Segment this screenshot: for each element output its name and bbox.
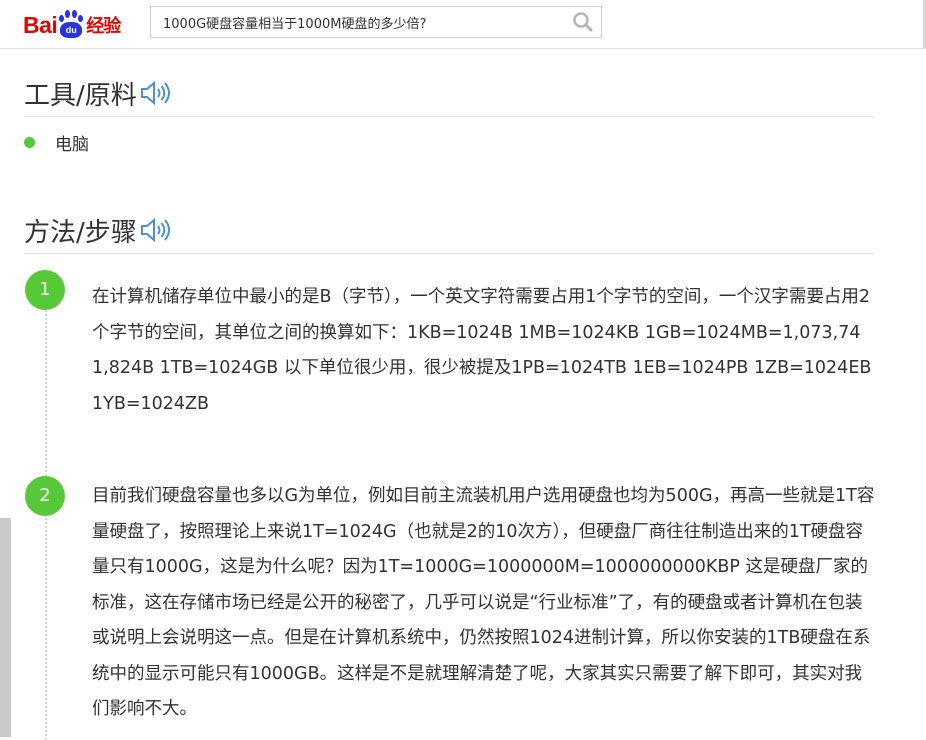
steps-divider [24,253,874,254]
tools-section-title: 工具/原料 [24,73,175,113]
search-input[interactable] [151,7,561,37]
baidu-jingyan-logo[interactable]: Bai du 经验 [23,8,141,42]
steps-title-text: 方法/步骤 [24,217,137,248]
tools-divider [24,116,874,117]
top-header: Bai du 经验 [0,0,926,49]
step-text: 在计算机储存单位中最小的是B（字节），一个英文字符需要占用1个字节的空间，一个汉… [92,287,872,414]
step-number-badge: 1 [25,270,65,310]
step-number-badge: 2 [25,476,65,516]
baidu-paw-icon: du [58,10,84,40]
step-text: 目前我们硬盘容量也多以G为单位，例如目前主流装机用户选用硬盘也均为500G，再高… [92,486,875,719]
speaker-icon[interactable] [139,216,175,244]
tool-item-label: 电脑 [55,134,89,155]
steps-section-title: 方法/步骤 [24,210,175,250]
tools-title-text: 工具/原料 [24,80,137,111]
speaker-icon[interactable] [139,79,175,107]
search-bar [150,6,602,38]
logo-suffix-text: 经验 [86,16,121,37]
bullet-dot-icon [24,136,35,148]
left-side-tab[interactable] [0,518,11,737]
steps-timeline [45,310,47,740]
search-icon[interactable] [571,11,595,33]
logo-paw-text: du [60,22,83,38]
logo-brand-text: Bai [23,11,58,38]
tool-item: 电脑 [24,130,89,155]
